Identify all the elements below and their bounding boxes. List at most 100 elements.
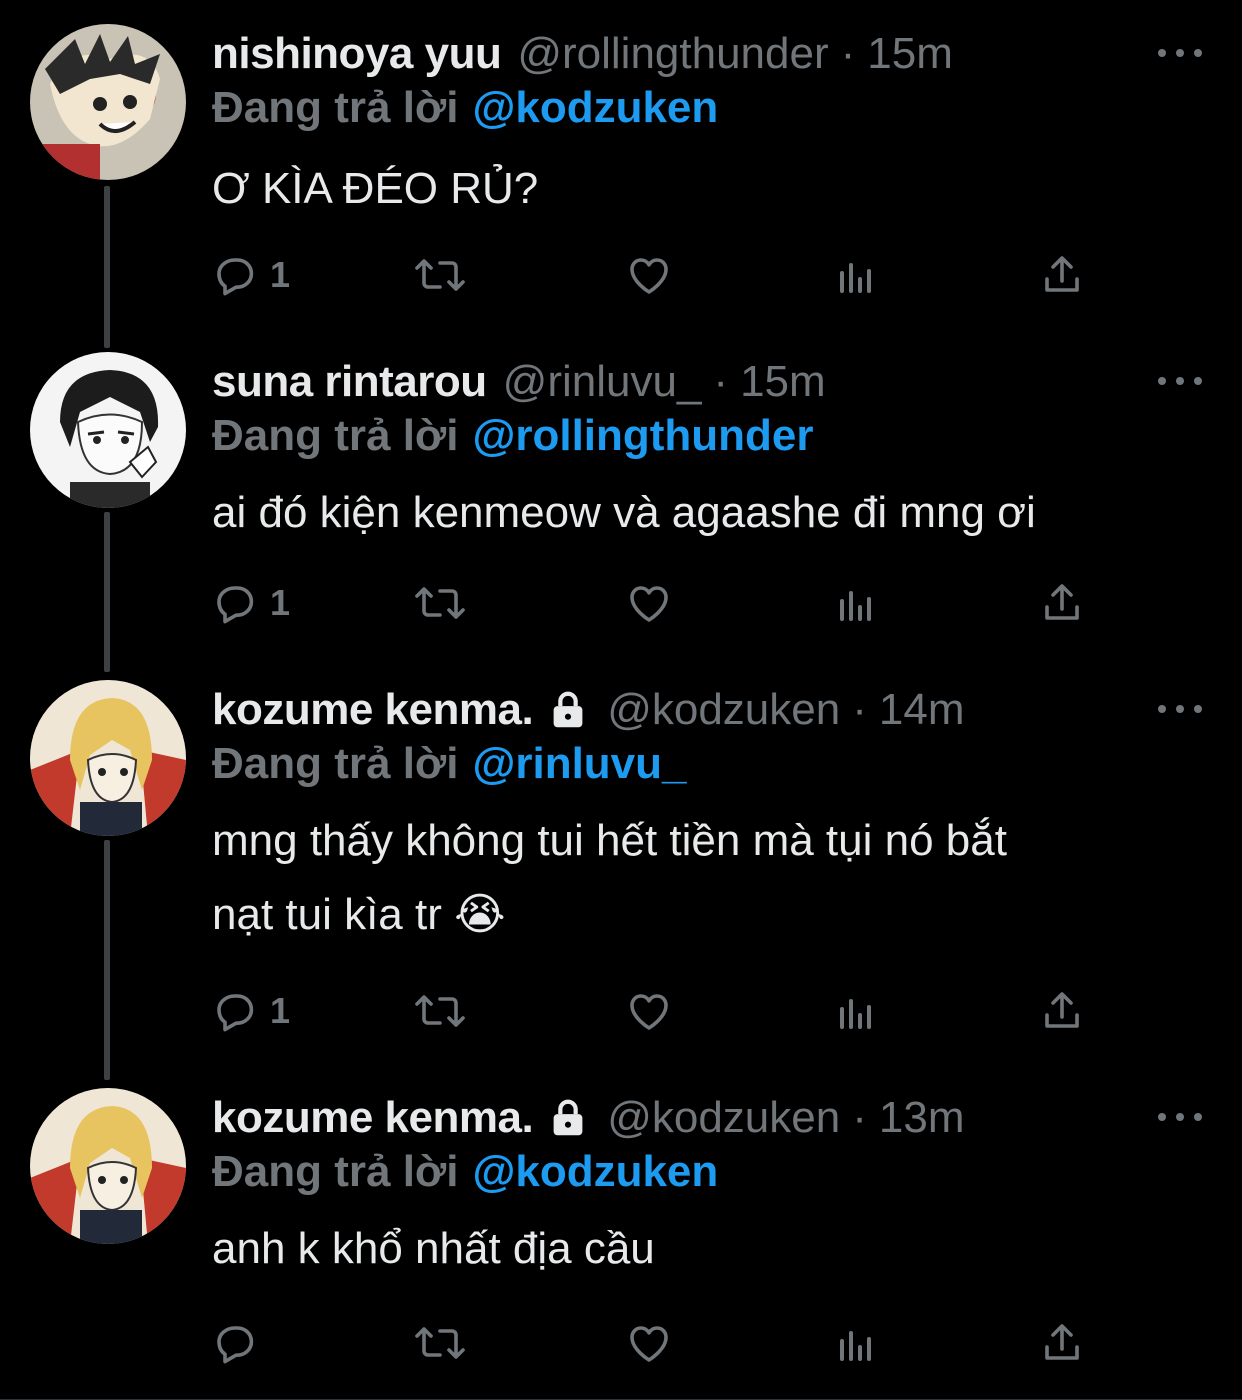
- tweet[interactable]: kozume kenma. @kodzuken · 13m Đang trả l…: [0, 1088, 1242, 1388]
- user-handle[interactable]: @rollingthunder: [517, 26, 828, 82]
- reply-count: 1: [270, 254, 291, 295]
- retweet-button[interactable]: [412, 578, 468, 628]
- timestamp[interactable]: 13m: [879, 1090, 965, 1146]
- analytics-button[interactable]: [832, 986, 880, 1036]
- more-icon[interactable]: [1158, 1102, 1202, 1132]
- like-button[interactable]: [624, 986, 674, 1036]
- like-button[interactable]: [624, 250, 674, 300]
- avatar[interactable]: [30, 24, 186, 180]
- action-bar: [212, 1318, 1112, 1368]
- reply-icon: [212, 987, 260, 1035]
- tweet-text-line: Ơ KÌA ĐÉO RỦ?: [212, 164, 539, 213]
- more-icon[interactable]: [1158, 38, 1202, 68]
- retweet-icon: [412, 987, 468, 1035]
- replying-to: Đang trả lời @kodzuken: [212, 1144, 718, 1204]
- lock-icon: [545, 687, 591, 733]
- retweet-icon: [412, 1319, 468, 1367]
- reply-icon: [212, 251, 260, 299]
- tweet-header: kozume kenma. @kodzuken · 13m: [212, 1088, 964, 1148]
- tweet-header: suna rintarou @rinluvu_ · 15m: [212, 352, 826, 412]
- replying-to-label: Đang trả lời: [212, 1147, 459, 1196]
- separator-dot: ·: [852, 1093, 867, 1142]
- action-bar: 1: [212, 986, 1112, 1036]
- analytics-icon: [832, 579, 880, 627]
- retweet-button[interactable]: [412, 1318, 468, 1368]
- replying-to-label: Đang trả lời: [212, 739, 459, 788]
- lock-icon: [545, 1095, 591, 1141]
- share-icon: [1038, 987, 1086, 1035]
- analytics-icon: [832, 251, 880, 299]
- reply-count: 1: [270, 582, 291, 623]
- avatar[interactable]: [30, 352, 186, 508]
- heart-icon: [624, 579, 674, 627]
- action-bar: 1: [212, 250, 1112, 300]
- reply-icon: [212, 579, 260, 627]
- action-bar: 1: [212, 578, 1112, 628]
- separator-dot: ·: [713, 357, 729, 406]
- avatar[interactable]: [30, 680, 186, 836]
- replying-to-label: Đang trả lời: [212, 83, 459, 132]
- tweet[interactable]: nishinoya yuu @rollingthunder · 15m Đang…: [0, 24, 1242, 324]
- replying-to: Đang trả lời @kodzuken: [212, 80, 718, 140]
- display-name[interactable]: kozume kenma.: [212, 1090, 534, 1146]
- analytics-button[interactable]: [832, 1318, 880, 1368]
- tweet-text: anh k khổ nhất địa cầu: [212, 1216, 1192, 1282]
- retweet-icon: [412, 251, 468, 299]
- analytics-button[interactable]: [832, 250, 880, 300]
- retweet-button[interactable]: [412, 986, 468, 1036]
- tweet-text: Ơ KÌA ĐÉO RỦ?: [212, 156, 1192, 222]
- reply-button[interactable]: 1: [212, 986, 290, 1036]
- tweet-text: mng thấy không tui hết tiền mà tụi nó bắ…: [212, 808, 1192, 948]
- timestamp[interactable]: 14m: [879, 682, 965, 738]
- like-button[interactable]: [624, 578, 674, 628]
- replying-to-mention[interactable]: @rollingthunder: [472, 411, 813, 460]
- replying-to-mention[interactable]: @rinluvu_: [472, 739, 686, 788]
- timestamp[interactable]: 15m: [867, 26, 953, 82]
- retweet-button[interactable]: [412, 250, 468, 300]
- analytics-button[interactable]: [832, 578, 880, 628]
- reply-button[interactable]: 1: [212, 578, 290, 628]
- user-handle[interactable]: @kodzuken: [607, 682, 840, 738]
- tweet-text-line: ai đó kiện kenmeow và agaashe đi mng ơi: [212, 488, 1036, 537]
- display-name[interactable]: suna rintarou: [212, 354, 487, 410]
- replying-to-label: Đang trả lời: [212, 411, 459, 460]
- reply-icon: [212, 1319, 260, 1367]
- replying-to: Đang trả lời @rinluvu_: [212, 736, 687, 796]
- avatar[interactable]: [30, 1088, 186, 1244]
- share-button[interactable]: [1038, 986, 1086, 1036]
- share-icon: [1038, 1319, 1086, 1367]
- tweet-text-line: anh k khổ nhất địa cầu: [212, 1224, 655, 1273]
- share-button[interactable]: [1038, 250, 1086, 300]
- display-name[interactable]: nishinoya yuu: [212, 26, 502, 82]
- display-name[interactable]: kozume kenma.: [212, 682, 534, 738]
- analytics-icon: [832, 1319, 880, 1367]
- share-button[interactable]: [1038, 578, 1086, 628]
- tweet-header: kozume kenma. @kodzuken · 14m: [212, 680, 964, 740]
- replying-to-mention[interactable]: @kodzuken: [472, 1147, 718, 1196]
- timestamp[interactable]: 15m: [740, 354, 826, 410]
- heart-icon: [624, 1319, 674, 1367]
- analytics-icon: [832, 987, 880, 1035]
- replying-to-mention[interactable]: @kodzuken: [472, 83, 718, 132]
- share-icon: [1038, 579, 1086, 627]
- reply-count: 1: [270, 990, 291, 1031]
- like-button[interactable]: [624, 1318, 674, 1368]
- share-icon: [1038, 251, 1086, 299]
- more-icon[interactable]: [1158, 366, 1202, 396]
- reply-button[interactable]: 1: [212, 250, 290, 300]
- retweet-icon: [412, 579, 468, 627]
- tweet-text: ai đó kiện kenmeow và agaashe đi mng ơi: [212, 480, 1192, 546]
- reply-button[interactable]: [212, 1318, 270, 1368]
- tweet[interactable]: kozume kenma. @kodzuken · 14m Đang trả l…: [0, 680, 1242, 1060]
- heart-icon: [624, 251, 674, 299]
- separator-dot: ·: [852, 685, 867, 734]
- more-icon[interactable]: [1158, 694, 1202, 724]
- user-handle[interactable]: @rinluvu_: [503, 354, 702, 410]
- share-button[interactable]: [1038, 1318, 1086, 1368]
- tweet[interactable]: suna rintarou @rinluvu_ · 15m Đang trả l…: [0, 352, 1242, 652]
- tweet-text-line: nạt tui kìa tr 😭: [212, 890, 506, 939]
- heart-icon: [624, 987, 674, 1035]
- tweet-header: nishinoya yuu @rollingthunder · 15m: [212, 24, 953, 84]
- tweet-text-line: mng thấy không tui hết tiền mà tụi nó bắ…: [212, 816, 1007, 865]
- user-handle[interactable]: @kodzuken: [607, 1090, 840, 1146]
